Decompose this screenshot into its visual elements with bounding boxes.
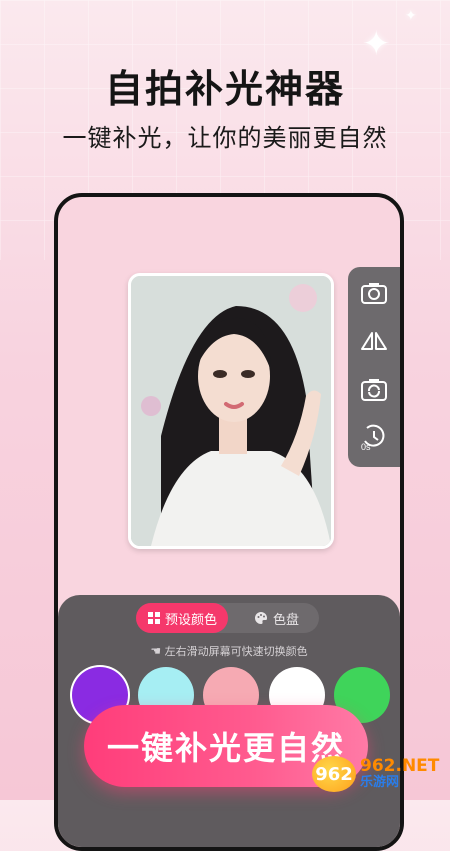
camera-icon — [361, 283, 387, 304]
camera-toolbar: 0s — [348, 267, 400, 467]
palette-icon — [254, 612, 267, 624]
timer-icon: 0s — [361, 424, 385, 452]
swipe-hint-text: 左右滑动屏幕可快速切换颜色 — [164, 645, 308, 658]
page-subtitle: 一键补光，让你的美丽更自然 — [62, 124, 388, 152]
mirror-flip-button[interactable] — [358, 325, 390, 357]
color-mode-tabs: 预设颜色 色盘 — [136, 603, 319, 633]
camera-button[interactable] — [358, 277, 390, 309]
switch-camera-button[interactable] — [358, 373, 390, 405]
swipe-hint: ☚ 左右滑动屏幕可快速切换颜色 — [58, 643, 400, 659]
selfie-illustration — [131, 276, 331, 546]
grid-icon — [147, 612, 160, 624]
switch-camera-icon — [361, 379, 387, 401]
watermark-name: 乐游网 — [360, 775, 400, 791]
tab-preset-colors[interactable]: 预设颜色 — [136, 603, 228, 633]
selfie-photo — [128, 273, 334, 549]
watermark-text: 962.NET 乐游网 — [360, 756, 440, 791]
site-watermark: 962 962.NET 乐游网 — [312, 752, 446, 796]
timer-button[interactable]: 0s — [358, 421, 390, 453]
tab-preset-colors-label: 预设颜色 — [164, 612, 217, 628]
timer-label: 0s — [361, 442, 371, 452]
tab-color-wheel[interactable]: 色盘 — [234, 603, 319, 633]
swipe-hand-icon: ☚ — [150, 644, 162, 658]
sparkle-icon: ✦ — [405, 8, 417, 24]
watermark-site: 962.NET — [360, 756, 440, 777]
tab-color-wheel-label: 色盘 — [272, 612, 299, 628]
mirror-flip-icon — [361, 332, 387, 350]
watermark-logo: 962 — [312, 756, 356, 792]
page-title: 自拍补光神器 — [104, 67, 345, 111]
